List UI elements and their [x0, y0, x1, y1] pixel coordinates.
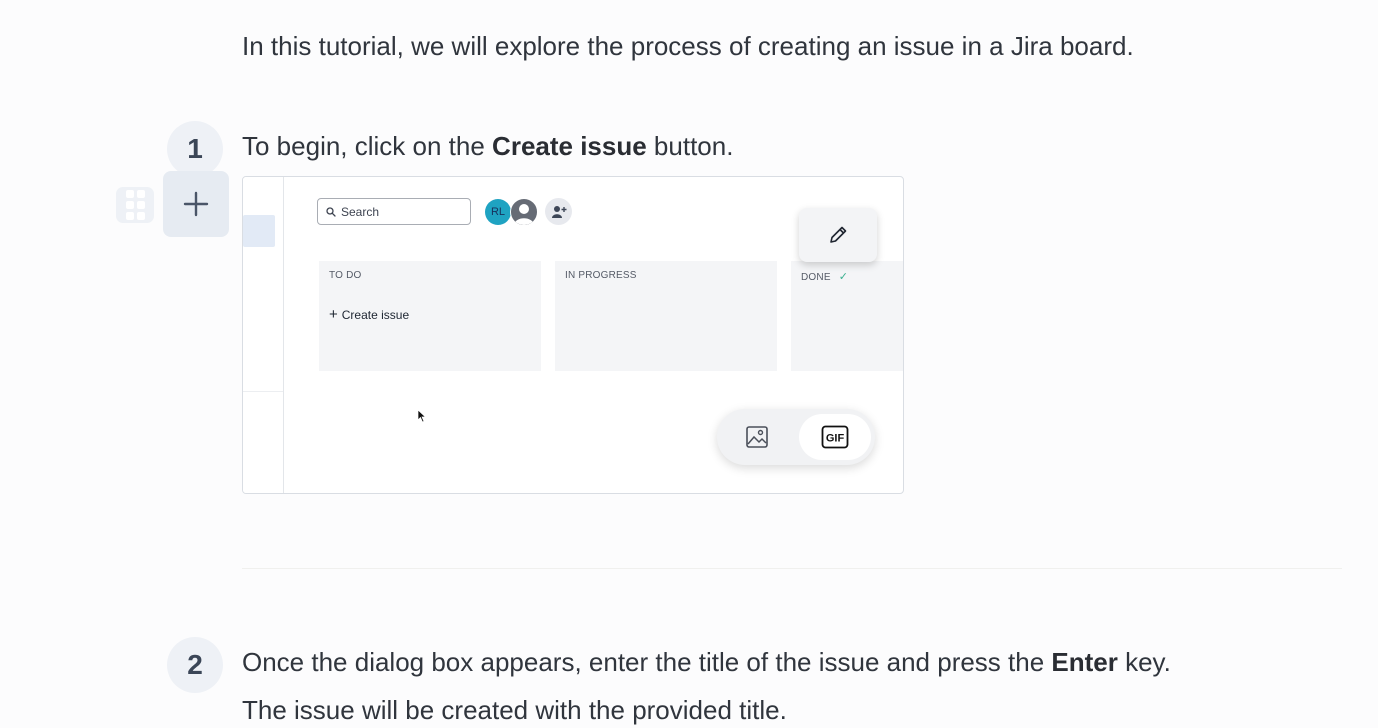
step-1-text: To begin, click on the Create issue butt… [242, 128, 733, 164]
step-2-text-before: Once the dialog box appears, enter the t… [242, 647, 1052, 677]
column-title: DONE ✓ [801, 270, 848, 283]
step-1-screenshot: Search RL TO DO + Create issue IN PROGRE… [242, 176, 904, 494]
gif-label: GIF [826, 433, 845, 445]
step-1-text-after: button. [646, 131, 734, 161]
intro-text: In this tutorial, we will explore the pr… [242, 31, 1134, 61]
add-people-button[interactable] [545, 198, 572, 225]
section-divider [242, 568, 1342, 569]
check-icon: ✓ [838, 271, 849, 283]
step-2-text-after: key. [1117, 647, 1171, 677]
image-icon [746, 426, 768, 448]
column-title: IN PROGRESS [565, 270, 637, 281]
gif-button[interactable]: GIF [799, 414, 871, 460]
drag-handle-icon[interactable] [116, 187, 154, 223]
create-issue-button[interactable]: + Create issue [329, 306, 410, 323]
user-icon [514, 204, 534, 225]
step-2-line-1: Once the dialog box appears, enter the t… [242, 644, 1352, 680]
search-placeholder: Search [341, 204, 380, 219]
plus-icon: + [329, 306, 338, 323]
edit-button[interactable] [799, 208, 877, 262]
board-column-todo: TO DO + Create issue [319, 261, 541, 371]
avatar[interactable] [510, 198, 538, 226]
add-people-icon [551, 205, 566, 218]
mouse-cursor-icon [417, 409, 427, 423]
add-block-button[interactable] [163, 171, 229, 237]
step-1-text-before: To begin, click on the [242, 131, 493, 161]
step-2-line-2: The issue will be created with the provi… [242, 695, 787, 725]
column-title: TO DO [329, 270, 362, 281]
step-2-text: Once the dialog box appears, enter the t… [242, 644, 1352, 728]
step-number: 1 [167, 121, 223, 177]
column-title-text: DONE [801, 272, 831, 283]
create-issue-label: Create issue [341, 308, 410, 322]
search-input[interactable]: Search [317, 198, 471, 225]
gif-icon: GIF [821, 425, 849, 449]
pencil-icon [830, 226, 847, 243]
image-button[interactable] [739, 423, 775, 451]
sidebar-selected-item[interactable] [243, 215, 275, 247]
plus-icon [183, 191, 209, 217]
board-column-in-progress: IN PROGRESS [555, 261, 777, 371]
step-number: 2 [167, 637, 223, 693]
step-2-text-bold: Enter [1051, 647, 1118, 677]
board-column-done: DONE ✓ [791, 261, 903, 371]
search-icon [326, 206, 336, 217]
sidebar-divider [243, 391, 283, 392]
avatar[interactable]: RL [485, 199, 511, 225]
media-toolbar: GIF [717, 409, 875, 465]
step-1-text-bold: Create issue [492, 131, 647, 161]
